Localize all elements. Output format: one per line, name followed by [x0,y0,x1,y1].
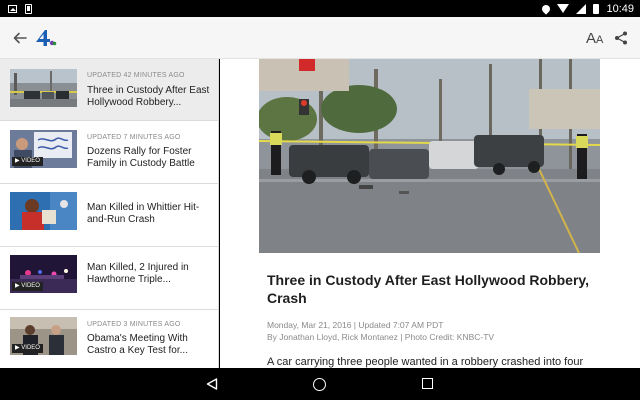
nav-recents-icon[interactable] [422,378,433,389]
story-list: UPDATED 42 MINUTES AGO Three in Custody … [0,59,219,368]
article-byline: By Jonathan Lloyd, Rick Montanez | Photo… [267,332,495,342]
video-badge: ▶ VIDEO [12,157,43,166]
status-bar: 10:49 [0,0,640,17]
story-thumbnail: ▶ VIDEO [10,255,77,293]
arrow-left-icon[interactable] [12,30,28,46]
story-title: Dozens Rally for Foster Family in Custod… [87,146,195,169]
story-thumbnail [10,192,77,230]
video-badge-label: VIDEO [21,158,40,164]
story-updated-meta: UPDATED 3 MINUTES AGO [87,321,181,328]
cell-signal-icon [576,3,587,14]
text-size-button[interactable]: A A [586,30,603,46]
status-indicators: 10:49 [540,2,640,15]
article-pane: Three in Custody After East Hollywood Ro… [220,59,640,368]
article-dateline: Monday, Mar 21, 2016 | Updated 7:07 AM P… [267,320,444,330]
status-time: 10:49 [606,2,634,15]
story-updated-meta: UPDATED 7 MINUTES AGO [87,134,181,141]
story-title: Man Killed, 2 Injured in Hawthorne Tripl… [87,262,189,285]
story-item-foster-family[interactable]: ▶ VIDEO UPDATED 7 MINUTES AGO Dozens Ral… [0,122,218,184]
story-thumbnail: ▶ VIDEO [10,317,77,355]
nav-home-icon[interactable] [313,378,326,391]
status-notifications [0,3,32,14]
story-title: Three in Custody After East Hollywood Ro… [87,85,210,108]
story-thumbnail: ▶ VIDEO [10,130,77,168]
nav-back-icon[interactable] [206,378,218,390]
system-nav-bar [0,368,640,400]
wifi-icon [557,4,570,13]
story-item-obama-castro[interactable]: ▶ VIDEO UPDATED 3 MINUTES AGO Obama's Me… [0,311,218,368]
phone-notification-icon [25,3,32,14]
story-title: Man Killed in Whittier Hit-and-Run Crash [87,202,200,225]
story-updated-meta: UPDATED 42 MINUTES AGO [87,72,185,79]
video-badge: ▶ VIDEO [12,344,43,353]
story-thumbnail [10,69,77,107]
video-badge-label: VIDEO [21,345,40,351]
story-item-robbery-crash[interactable]: UPDATED 42 MINUTES AGO Three in Custody … [0,59,218,121]
story-title: Obama's Meeting With Castro a Key Test f… [87,333,188,356]
nbc4-logo-icon[interactable] [33,29,57,47]
app-bar: A A [0,17,640,59]
article-hero-photo[interactable] [259,59,600,253]
story-item-whittier[interactable]: Man Killed in Whittier Hit-and-Run Crash [0,185,218,247]
location-icon [540,2,553,15]
article-headline: Three in Custody After East Hollywood Ro… [267,272,590,306]
battery-icon [593,3,600,14]
image-notification-icon [8,4,17,13]
video-badge: ▶ VIDEO [12,282,43,291]
article-lede: A car carrying three people wanted in a … [267,356,584,368]
text-size-large-glyph: A [586,30,597,47]
share-icon[interactable] [614,31,628,45]
text-size-small-glyph: A [596,34,604,46]
story-item-hawthorne[interactable]: ▶ VIDEO Man Killed, 2 Injured in Hawthor… [0,248,218,310]
video-badge-label: VIDEO [21,283,40,289]
